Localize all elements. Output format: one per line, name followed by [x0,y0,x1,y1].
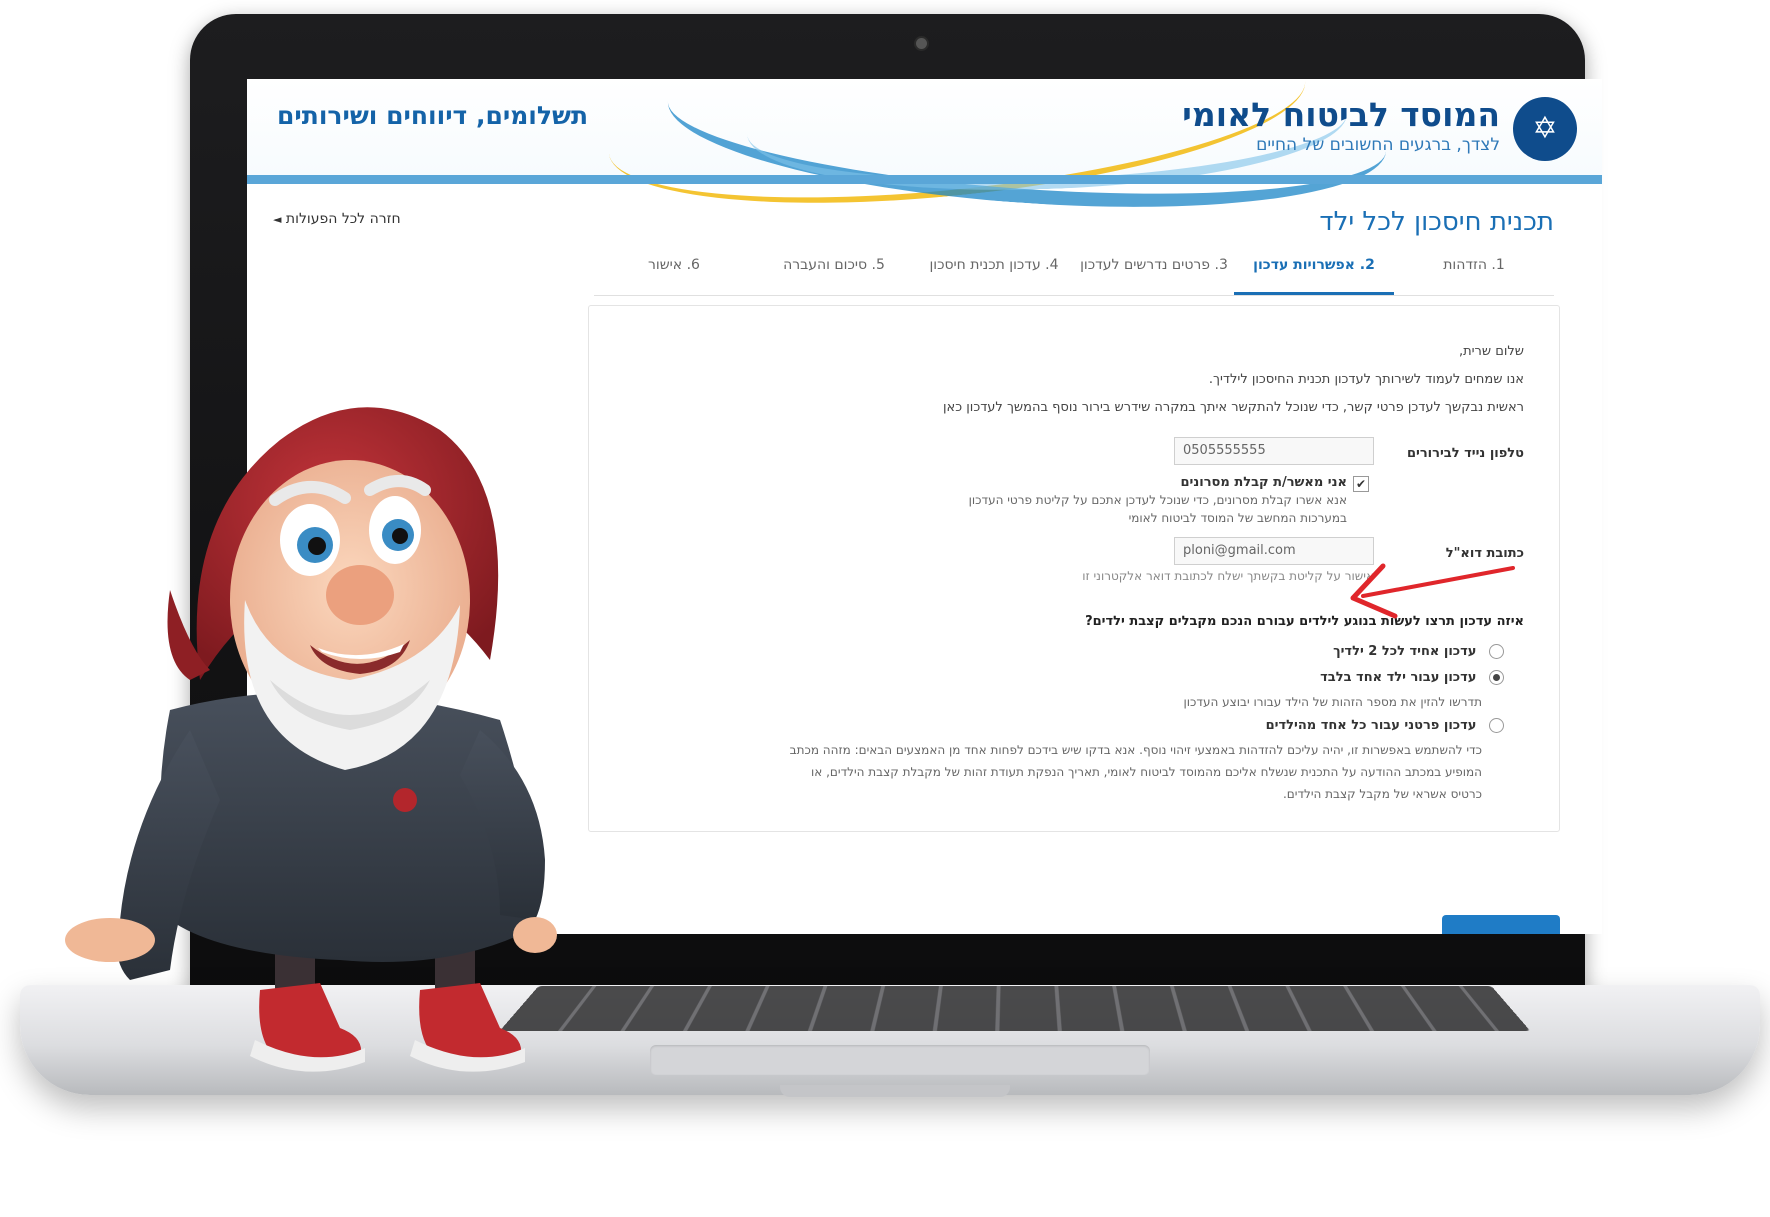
step-required-details[interactable]: 3. פרטים נדרשים לעדכון [1074,251,1234,295]
back-link[interactable]: חזרה לכל הפעולות ◄ [267,211,401,227]
laptop-trackpad [650,1045,1150,1075]
option-label: עדכון פרטני עבור כל אחד מהילדים [1265,718,1477,733]
option-help: המופיע במכתב ההודעה על התכנית שנשלח אליכ… [811,765,1482,779]
sms-consent-help: במערכות המחשב של המוסד לביטוח לאומי [1128,511,1347,525]
gnome-mascot-illustration [65,407,557,1072]
intro-text: אנו שמחים לעמוד לשירותך לעדכון תכנית החי… [1208,372,1524,387]
email-help: אישור על קליטת בקשתך ישלח לכתובת דואר אל… [1082,569,1374,583]
step-summary[interactable]: 5. סיכום והעברה [754,251,914,295]
option-each-child[interactable]: עדכון פרטני עבור כל אחד מהילדים [1266,718,1504,733]
arrow-left-icon: ◄ [273,213,282,226]
site-header: ✡ המוסד לביטוח לאומי לצדך, ברגעים החשובי… [247,79,1602,232]
step-confirmation[interactable]: 6. אישור [594,251,754,295]
phone-label: טלפון נייד לבירורים [1406,446,1524,461]
continue-button[interactable] [1442,915,1560,934]
step-identification[interactable]: 1. הזדהות [1394,251,1554,295]
red-arrow-icon [1350,563,1515,619]
option-uniform-update[interactable]: עדכון אחיד לכל 2 ילדיך [1333,644,1504,659]
option-single-child[interactable]: עדכון עבור ילד אחד בלבד [1320,670,1504,685]
header-bar [247,175,1602,184]
laptop-notch [780,1085,1010,1097]
intro-text: ראשית נבקשך לעדכן פרטי קשר, כדי שנוכל לה… [943,400,1524,415]
radio-button[interactable] [1489,644,1504,659]
section-title: תשלומים, דיווחים ושירותים [277,101,589,130]
back-link-label: חזרה לכל הפעולות [285,211,401,227]
step-update-options[interactable]: 2. אפשרויות עדכון [1234,251,1394,295]
org-tagline: לצדך, ברגעים החשובים של החיים [1256,135,1500,155]
page-title: תכנית חיסכון לכל ילד [1319,207,1554,237]
greeting-text: שלום שרית, [1458,344,1524,359]
email-label: כתובת דוא"ל [1445,546,1524,561]
laptop-keyboard [499,985,1531,1031]
sms-consent-checkbox[interactable]: ✔ [1353,476,1369,492]
sms-consent-help: אנא אשרו קבלת מסרונים, כדי שנוכל לעדכן א… [968,493,1347,507]
option-label: עדכון אחיד לכל 2 ילדיך [1333,644,1477,659]
wizard-steps: 1. הזדהות 2. אפשרויות עדכון 3. פרטים נדר… [594,251,1554,296]
option-help: תדרשו להזין את מספר הזהות של הילד עבורו … [1183,695,1482,709]
radio-button[interactable] [1489,718,1504,733]
option-help: כרטיס אשראי של מקבל קצבת הילדים. [1282,787,1482,801]
step-update-plan[interactable]: 4. עדכון תכנית חיסכון [914,251,1074,295]
org-logo-icon[interactable]: ✡ [1513,97,1577,161]
camera-icon [916,38,927,49]
sms-consent-label: אני מאשר/ת קבלת מסרונים [1180,475,1348,490]
org-name[interactable]: המוסד לביטוח לאומי [1182,95,1500,134]
option-label: עדכון עבור ילד אחד בלבד [1320,670,1477,685]
email-field[interactable]: ploni@gmail.com [1174,537,1374,565]
phone-input[interactable]: 0505555555 [1174,437,1374,465]
option-help: כדי להשתמש באפשרות זו, יהיה עליכם להזדהו… [789,743,1482,757]
radio-button[interactable] [1489,670,1504,685]
